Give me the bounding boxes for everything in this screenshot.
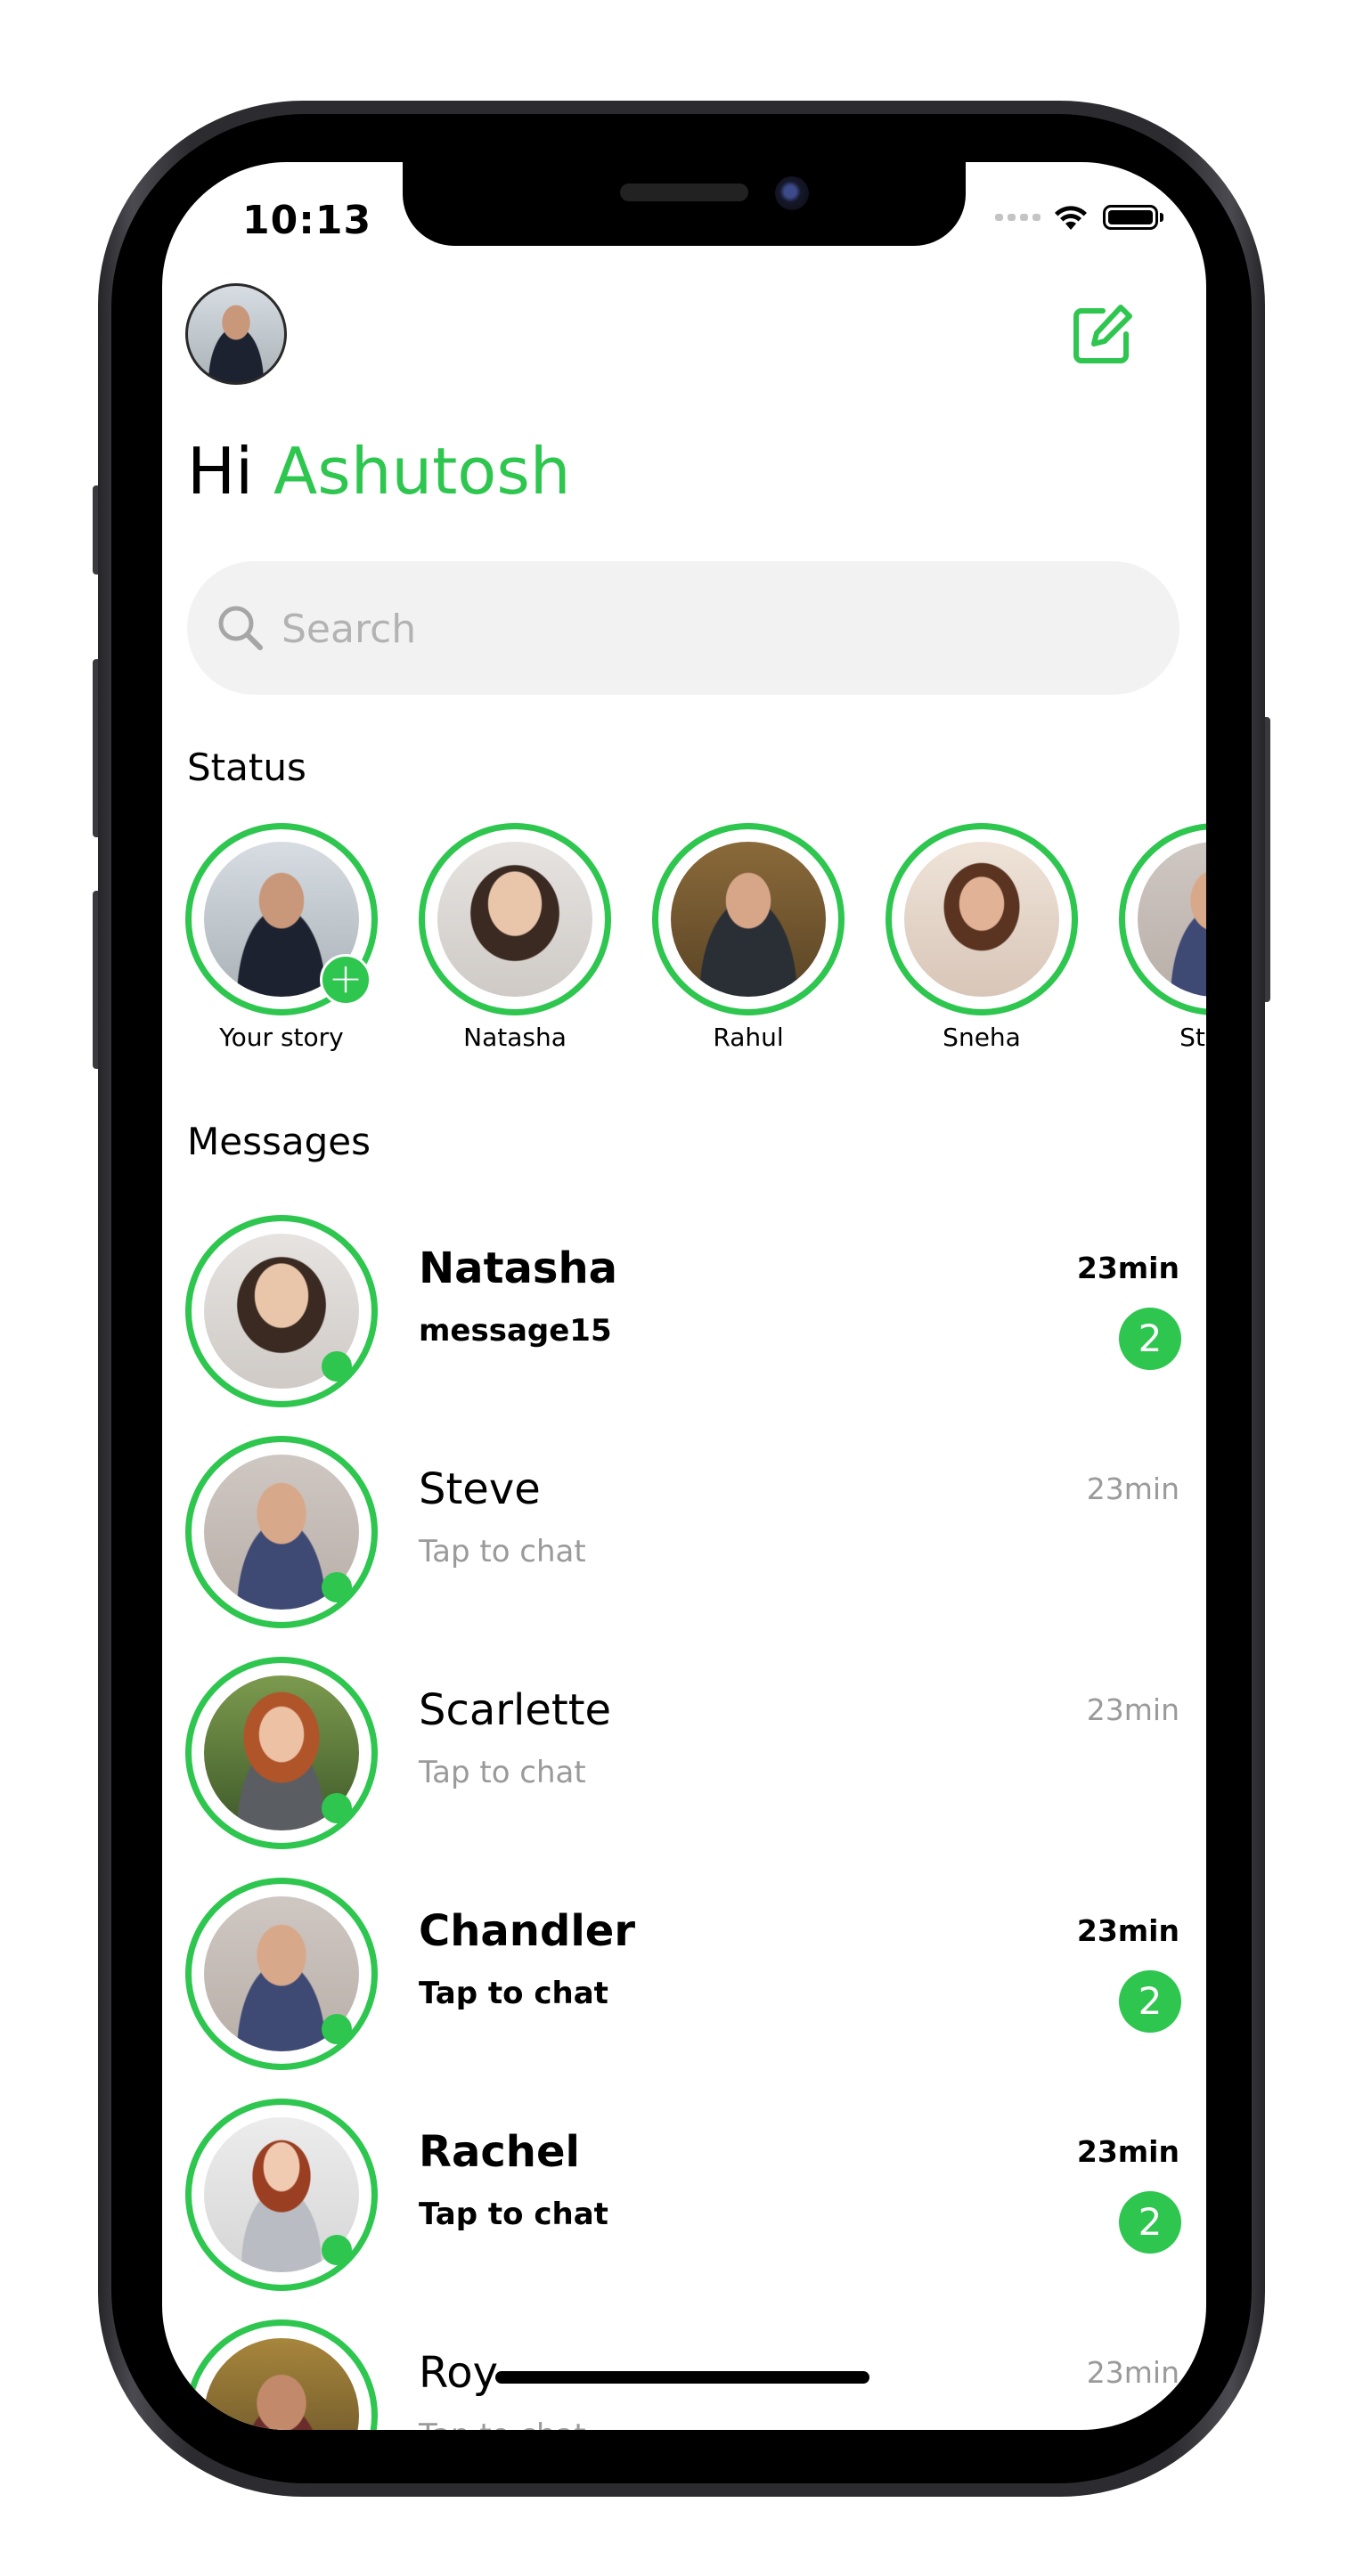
app-screen: 10:13 Hi Ashutosh Status — [162, 162, 1206, 2430]
front-camera — [775, 176, 809, 210]
profile-avatar[interactable] — [185, 283, 287, 385]
online-indicator — [322, 2014, 352, 2044]
story-sneha[interactable]: Sneha — [862, 823, 1094, 1064]
chat-row-natasha[interactable]: Natasha message15 23min 2 — [162, 1215, 1206, 1420]
story-natasha[interactable]: Natasha — [396, 823, 627, 1064]
search-icon — [218, 606, 263, 650]
messages-section-title: Messages — [187, 1120, 371, 1163]
story-avatar — [671, 842, 826, 997]
chat-row-scarlette[interactable]: Scarlette Tap to chat 23min — [162, 1657, 1206, 1862]
chat-avatar-ring — [185, 1215, 378, 1407]
chat-preview: Tap to chat — [419, 1976, 608, 2011]
chat-avatar-ring — [185, 2319, 378, 2430]
story-ring: + — [185, 823, 378, 1015]
chat-preview: Tap to chat — [419, 1534, 586, 1569]
chat-row-steve[interactable]: Steve Tap to chat 23min — [162, 1436, 1206, 1641]
story-label: Your story — [219, 1023, 344, 1052]
online-indicator — [322, 1351, 352, 1382]
status-icons — [995, 203, 1163, 232]
status-stories-row: + Your story Natasha Rahul Sneha St — [162, 823, 1206, 1064]
online-indicator — [322, 1793, 352, 1823]
story-your-story[interactable]: + Your story — [162, 823, 394, 1064]
story-rahul[interactable]: Rahul — [629, 823, 861, 1064]
chat-time: 23min — [1086, 2355, 1179, 2390]
compose-icon[interactable] — [1069, 302, 1135, 368]
greeting-title: Hi Ashutosh — [187, 434, 571, 509]
chat-time: 23min — [1086, 1471, 1179, 1506]
chat-avatar — [204, 2338, 359, 2430]
chat-avatar-ring — [185, 1657, 378, 1849]
chat-preview: Tap to chat — [419, 2197, 608, 2232]
chat-name: Scarlette — [419, 1685, 612, 1735]
unread-count-badge: 2 — [1119, 1308, 1181, 1370]
chat-preview: Tap to chat — [419, 1755, 586, 1790]
chat-row-chandler[interactable]: Chandler Tap to chat 23min 2 — [162, 1878, 1206, 2083]
story-label: Natasha — [463, 1023, 567, 1052]
story-label: Rahul — [713, 1023, 784, 1052]
chat-preview: Tap to chat — [419, 2417, 586, 2430]
story-ring — [886, 823, 1078, 1015]
greeting-prefix: Hi — [187, 434, 254, 509]
online-indicator — [322, 2235, 352, 2265]
story-label: Sneha — [943, 1023, 1021, 1052]
chat-avatar-ring — [185, 1878, 378, 2070]
status-time: 10:13 — [242, 198, 372, 243]
chat-avatar-ring — [185, 2099, 378, 2291]
story-label: Steve — [1179, 1023, 1206, 1052]
story-steve[interactable]: Steve — [1096, 823, 1206, 1064]
notch — [403, 162, 966, 246]
story-ring — [419, 823, 611, 1015]
chat-name: Rachel — [419, 2127, 580, 2177]
chat-row-rachel[interactable]: Rachel Tap to chat 23min 2 — [162, 2099, 1206, 2303]
story-ring — [1119, 823, 1206, 1015]
chat-name: Steve — [419, 1464, 541, 1514]
chat-avatar-ring — [185, 1436, 378, 1628]
chat-name: Roy — [419, 2348, 498, 2398]
story-ring — [652, 823, 845, 1015]
battery-icon — [1101, 205, 1163, 230]
chat-time: 23min — [1076, 1251, 1179, 1285]
wifi-icon — [1055, 206, 1087, 230]
home-indicator[interactable] — [495, 2371, 869, 2384]
add-story-icon[interactable]: + — [320, 954, 371, 1006]
cellular-signal-icon — [995, 214, 1041, 221]
speaker-grille — [620, 183, 748, 201]
chat-time: 23min — [1086, 1692, 1179, 1727]
chat-preview: message15 — [419, 1313, 612, 1349]
greeting-user-name: Ashutosh — [273, 434, 571, 509]
online-indicator — [322, 1572, 352, 1602]
chat-time: 23min — [1076, 2134, 1179, 2169]
search-bar[interactable] — [187, 561, 1179, 695]
story-avatar — [904, 842, 1059, 997]
story-avatar — [437, 842, 592, 997]
chat-name: Chandler — [419, 1906, 635, 1956]
chat-time: 23min — [1076, 1913, 1179, 1948]
search-input[interactable] — [280, 604, 1085, 654]
story-avatar — [1138, 842, 1206, 997]
status-section-title: Status — [187, 746, 306, 789]
chat-name: Natasha — [419, 1243, 618, 1293]
unread-count-badge: 2 — [1119, 2191, 1181, 2254]
unread-count-badge: 2 — [1119, 1970, 1181, 2033]
